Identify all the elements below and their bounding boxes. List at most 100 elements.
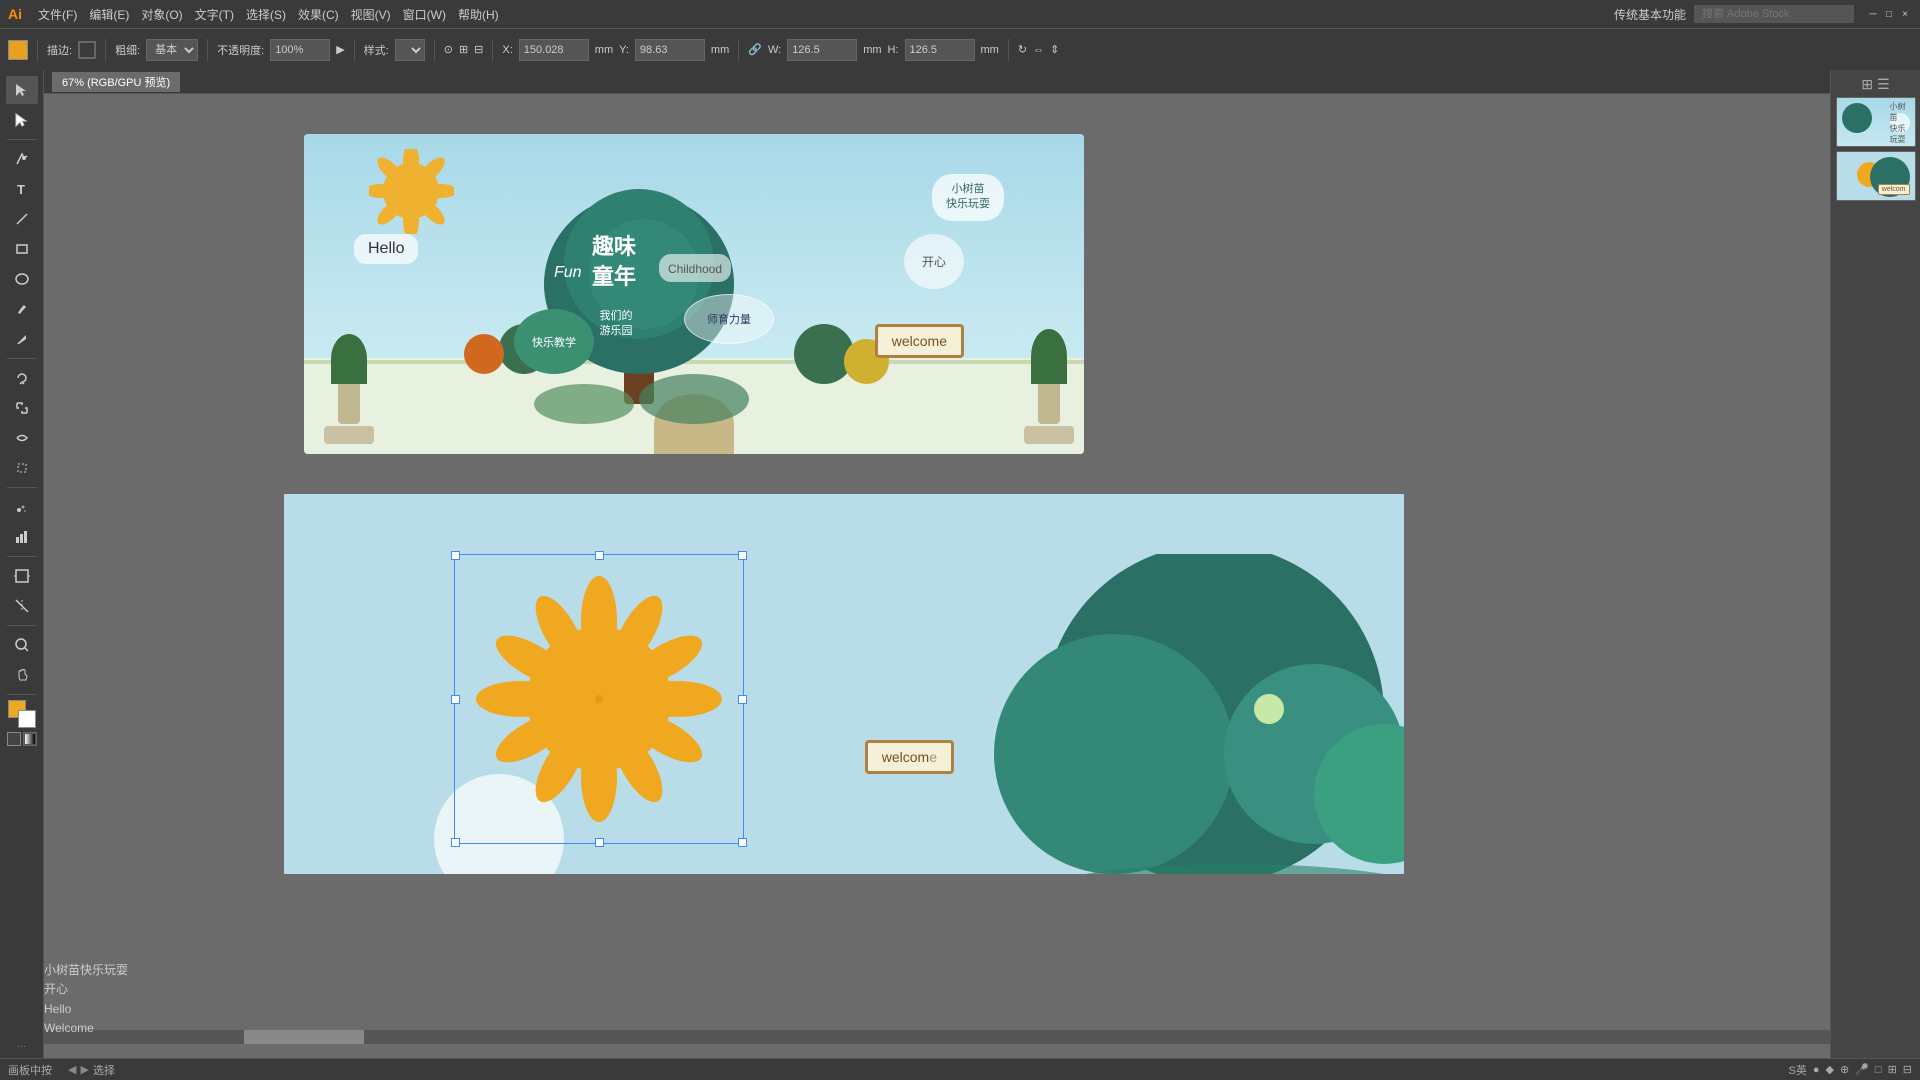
x-input[interactable]: [519, 39, 589, 61]
main-tree-svg: 趣味 童年 Childhood 我们的 游乐园: [524, 144, 754, 424]
app-logo: Ai: [8, 6, 22, 22]
cloud-line2: 快乐玩耍: [946, 197, 990, 212]
width-label: 粗细:: [115, 42, 140, 58]
teal-trees-svg: [934, 554, 1404, 874]
welcome-sign: welcome: [875, 324, 964, 358]
tool-divider-1: [7, 139, 37, 140]
toolbar-separator-6: [492, 39, 493, 61]
line-tool[interactable]: [6, 205, 38, 233]
appearance-icon[interactable]: ⊙: [444, 43, 453, 56]
link-icon[interactable]: 🔗: [748, 43, 762, 56]
menu-edit[interactable]: 编辑(E): [89, 6, 129, 23]
more-tools[interactable]: ···: [17, 1041, 27, 1052]
stroke-weight-select[interactable]: 基本: [146, 39, 198, 61]
status-nav: ◀ ▶ 选择: [68, 1062, 1777, 1078]
zoom-tool[interactable]: [6, 631, 38, 659]
hand-tool[interactable]: [6, 661, 38, 689]
h-scroll-thumb[interactable]: [244, 1030, 364, 1044]
nav-next[interactable]: ▶: [80, 1063, 88, 1076]
x-unit: mm: [595, 44, 613, 56]
style-select[interactable]: [395, 39, 425, 61]
ellipse-tool[interactable]: [6, 265, 38, 293]
opacity-arrow[interactable]: ▶: [336, 43, 344, 56]
menu-text[interactable]: 文字(T): [195, 6, 234, 23]
circle-icon: ⊕: [1840, 1063, 1849, 1076]
rect-tool[interactable]: [6, 235, 38, 263]
left-tools-panel: T: [0, 70, 44, 1058]
flip-h-icon[interactable]: ⇔: [1033, 44, 1044, 56]
flip-v-icon[interactable]: ⇕: [1050, 43, 1059, 56]
happy-study-text: 快乐教学: [532, 334, 576, 350]
align-icon[interactable]: ⊟: [474, 43, 483, 56]
menu-file[interactable]: 文件(F): [38, 6, 77, 23]
menu-window[interactable]: 窗口(W): [403, 6, 446, 23]
tool-divider-5: [7, 625, 37, 626]
menu-select[interactable]: 选择(S): [246, 6, 286, 23]
orange-bush: [464, 334, 504, 374]
paintbrush-tool[interactable]: [6, 295, 38, 323]
y-input[interactable]: [635, 39, 705, 61]
direct-select-tool[interactable]: [6, 106, 38, 134]
list-view-icon[interactable]: ☰: [1877, 76, 1890, 93]
free-transform-tool[interactable]: [6, 454, 38, 482]
column-graph-tool[interactable]: [6, 523, 38, 551]
menu-effects[interactable]: 效果(C): [298, 6, 339, 23]
bottom-illustration: welcome: [284, 494, 1404, 874]
maximize-button[interactable]: □: [1882, 7, 1896, 21]
canvas-tab-main[interactable]: 67% (RGB/GPU 预览): [52, 72, 180, 92]
scale-tool[interactable]: [6, 394, 38, 422]
opacity-input[interactable]: [270, 39, 330, 61]
lang-icon: S英: [1789, 1062, 1807, 1078]
minimize-button[interactable]: ─: [1866, 7, 1880, 21]
rotate-icon[interactable]: ↻: [1018, 43, 1027, 56]
symbol-spray-tool[interactable]: [6, 493, 38, 521]
menu-help[interactable]: 帮助(H): [458, 6, 499, 23]
light-dot: [1254, 694, 1284, 724]
toolbar-separator-5: [434, 39, 435, 61]
svg-text:童年: 童年: [592, 264, 636, 289]
menu-view[interactable]: 视图(V): [351, 6, 391, 23]
tool-divider-6: [7, 694, 37, 695]
close-button[interactable]: ×: [1898, 7, 1912, 21]
w-input[interactable]: [787, 39, 857, 61]
toolbar: 描边: 粗细: 基本 不透明度: ▶ 样式: ⊙ ⊞ ⊟ X: mm Y: mm…: [0, 28, 1920, 70]
nav-prev[interactable]: ◀: [68, 1063, 76, 1076]
fun-label: Fun: [554, 264, 582, 282]
fill-color-swatch[interactable]: [8, 40, 28, 60]
main-tree: 趣味 童年 Childhood 我们的 游乐园: [524, 144, 754, 429]
happy-bubble: 开心: [904, 234, 964, 289]
small-tree-left: [324, 334, 374, 444]
menu-object[interactable]: 对象(O): [141, 6, 182, 23]
toolbar-separator-1: [37, 39, 38, 61]
grid-view-icon[interactable]: ⊞: [1861, 76, 1873, 93]
horizontal-scrollbar[interactable]: [44, 1030, 1892, 1044]
x-label: X:: [502, 44, 512, 56]
transform-icon[interactable]: ⊞: [459, 43, 468, 56]
normal-mode-icon[interactable]: [7, 732, 21, 746]
slice-tool[interactable]: [6, 592, 38, 620]
artboard-tool[interactable]: [6, 562, 38, 590]
h-label: H:: [888, 44, 899, 56]
warp-tool[interactable]: [6, 424, 38, 452]
style-label: 样式:: [364, 42, 389, 58]
artboard-status: 画板中按: [8, 1062, 52, 1078]
rotate-tool[interactable]: [6, 364, 38, 392]
type-tool[interactable]: T: [6, 175, 38, 203]
pen-tool[interactable]: [6, 145, 38, 173]
cloud-bubble-right: 小树苗 快乐玩耍: [932, 174, 1004, 221]
hello-bubble: Hello: [354, 234, 418, 264]
stroke-label: 描边:: [47, 42, 72, 58]
pencil-tool[interactable]: [6, 325, 38, 353]
tool-status: 选择: [93, 1062, 115, 1078]
gradient-mode-icon[interactable]: [23, 732, 37, 746]
select-tool[interactable]: [6, 76, 38, 104]
cloud-line1: 小树苗: [946, 182, 990, 197]
h-input[interactable]: [905, 39, 975, 61]
stroke-color-swatch[interactable]: [78, 41, 96, 59]
box-icon: □: [1875, 1064, 1882, 1076]
svg-text:我们的: 我们的: [600, 308, 633, 322]
welcome-sign-bottom: welcome: [865, 740, 954, 774]
color-swatches[interactable]: [8, 700, 36, 728]
happy-text: 开心: [922, 253, 946, 270]
search-input[interactable]: [1694, 5, 1854, 23]
